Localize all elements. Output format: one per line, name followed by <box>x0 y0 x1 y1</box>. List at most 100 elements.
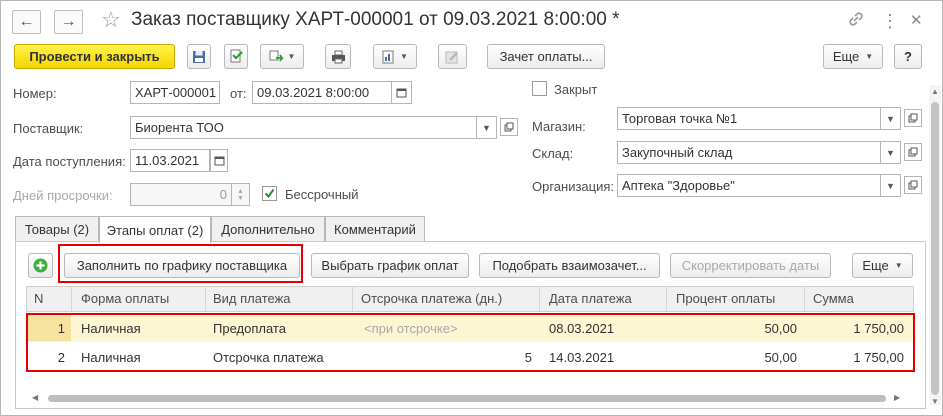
vertical-scrollbar-thumb[interactable] <box>931 102 939 395</box>
column-header-payment-delay[interactable]: Отсрочка платежа (дн.) <box>361 291 502 306</box>
save-button[interactable] <box>187 44 211 69</box>
column-header-n[interactable]: N <box>34 291 43 306</box>
unlimited-checkbox[interactable] <box>262 186 277 201</box>
scroll-left-icon[interactable]: ◀ <box>32 393 38 402</box>
chevron-down-icon: ▼ <box>886 180 895 191</box>
closed-label: Закрыт <box>554 82 598 97</box>
more-actions-label: Еще <box>832 49 860 64</box>
chevron-down-icon: ▼ <box>287 52 296 61</box>
store-dropdown-button[interactable]: ▼ <box>881 107 901 130</box>
store-open-button[interactable] <box>904 109 922 127</box>
closed-checkbox[interactable] <box>532 81 547 96</box>
column-separator <box>804 287 805 311</box>
add-plus-icon <box>33 258 48 273</box>
highlight-table-rows <box>26 313 915 372</box>
open-in-window-icon <box>504 122 514 132</box>
open-in-window-icon <box>908 180 918 190</box>
link-icon[interactable] <box>848 11 864 32</box>
arrival-date-field[interactable]: 11.03.2021 <box>130 149 210 172</box>
create-based-on-icon <box>269 50 284 61</box>
chevron-down-icon: ▼ <box>886 113 895 124</box>
chevron-down-icon: ▼ <box>886 147 895 158</box>
edit-pencil-icon <box>445 51 458 63</box>
unlimited-label: Бессрочный <box>285 187 359 202</box>
number-field[interactable]: ХАРТ-000001 <box>130 81 220 104</box>
calendar-button[interactable] <box>392 81 412 104</box>
column-separator <box>352 287 353 311</box>
tab-payment-stages[interactable]: Этапы оплат (2) <box>99 216 211 243</box>
warehouse-field[interactable]: Закупочный склад <box>617 141 881 164</box>
chevron-down-icon: ▼ <box>482 122 491 133</box>
organization-dropdown-button[interactable]: ▼ <box>881 174 901 197</box>
help-button[interactable]: ? <box>894 44 922 69</box>
arrow-left-icon: ← <box>18 13 35 30</box>
chevron-down-icon: ▼ <box>865 52 874 61</box>
table-more-label: Еще <box>862 258 889 273</box>
column-header-payment-date[interactable]: Дата платежа <box>549 291 632 306</box>
date-from-field[interactable]: 09.03.2021 8:00:00 <box>252 81 392 104</box>
scroll-down-icon[interactable]: ▼ <box>931 397 939 406</box>
warehouse-label: Склад: <box>532 146 574 161</box>
scroll-up-icon[interactable]: ▲ <box>931 87 939 96</box>
column-separator <box>666 287 667 311</box>
post-and-close-button[interactable]: Провести и закрыть <box>14 44 175 69</box>
date-from-label: от: <box>230 86 247 101</box>
store-field[interactable]: Торговая точка №1 <box>617 107 881 130</box>
column-header-payment-type[interactable]: Вид платежа <box>213 291 291 306</box>
chevron-down-icon: ▼ <box>400 52 408 61</box>
tab-comment[interactable]: Комментарий <box>325 216 425 242</box>
back-button[interactable]: ← <box>12 10 41 34</box>
calendar-icon <box>214 156 224 166</box>
report-icon <box>382 50 394 63</box>
payment-offset-button[interactable]: Зачет оплаты... <box>487 44 605 69</box>
reports-button[interactable]: ▼ <box>373 44 417 69</box>
overdue-days-label: Дней просрочки: <box>13 188 113 203</box>
column-header-payment-form[interactable]: Форма оплаты <box>81 291 169 306</box>
pick-offset-button[interactable]: Подобрать взаимозачет... <box>479 253 660 278</box>
column-header-sum[interactable]: Сумма <box>813 291 854 306</box>
column-separator <box>205 287 206 311</box>
choose-payment-schedule-button[interactable]: Выбрать график оплат <box>311 253 469 278</box>
add-row-button[interactable] <box>28 253 53 278</box>
page-title: Заказ поставщику ХАРТ-000001 от 09.03.20… <box>131 9 620 30</box>
warehouse-open-button[interactable] <box>904 143 922 161</box>
supplier-field[interactable]: Биорента ТОО <box>130 116 477 139</box>
checkmark-icon <box>264 188 275 199</box>
close-icon[interactable]: ✕ <box>910 11 923 29</box>
scroll-right-icon[interactable]: ▶ <box>894 393 900 402</box>
overdue-days-stepper[interactable]: ▲ ▼ <box>232 183 250 206</box>
arrival-calendar-button[interactable] <box>210 149 228 172</box>
more-actions-button[interactable]: Еще ▼ <box>823 44 883 69</box>
document-window: ← → ☆ Заказ поставщику ХАРТ-000001 от 09… <box>0 0 943 416</box>
supplier-label: Поставщик: <box>13 121 84 136</box>
organization-open-button[interactable] <box>904 176 922 194</box>
supplier-dropdown-button[interactable]: ▼ <box>477 116 497 139</box>
organization-field[interactable]: Аптека "Здоровье" <box>617 174 881 197</box>
chevron-down-icon: ▼ <box>894 261 903 270</box>
organization-label: Организация: <box>532 179 615 194</box>
supplier-open-button[interactable] <box>500 118 518 136</box>
calendar-icon <box>396 88 407 98</box>
column-separator <box>71 287 72 311</box>
warehouse-dropdown-button[interactable]: ▼ <box>881 141 901 164</box>
printer-icon <box>331 50 345 63</box>
number-label: Номер: <box>13 86 57 101</box>
adjust-dates-button[interactable]: Скорректировать даты <box>670 253 831 278</box>
table-more-button[interactable]: Еще ▼ <box>852 253 913 278</box>
post-document-button[interactable] <box>224 44 248 69</box>
tab-additional[interactable]: Дополнительно <box>211 216 325 242</box>
create-based-on-button[interactable]: ▼ <box>260 44 304 69</box>
more-menu-icon[interactable]: ⋮ <box>881 11 899 32</box>
overdue-days-field[interactable]: 0 <box>130 183 232 206</box>
tab-goods[interactable]: Товары (2) <box>15 216 99 242</box>
arrow-right-icon: → <box>60 13 77 30</box>
print-button[interactable] <box>325 44 351 69</box>
column-separator <box>539 287 540 311</box>
floppy-disk-icon <box>193 50 205 63</box>
stepper-down-icon: ▼ <box>237 194 244 202</box>
edit-button[interactable] <box>438 44 467 69</box>
column-header-percent[interactable]: Процент оплаты <box>676 291 775 306</box>
horizontal-scrollbar[interactable] <box>48 395 886 402</box>
forward-button[interactable]: → <box>54 10 83 34</box>
favorite-star-icon[interactable]: ☆ <box>101 7 121 33</box>
